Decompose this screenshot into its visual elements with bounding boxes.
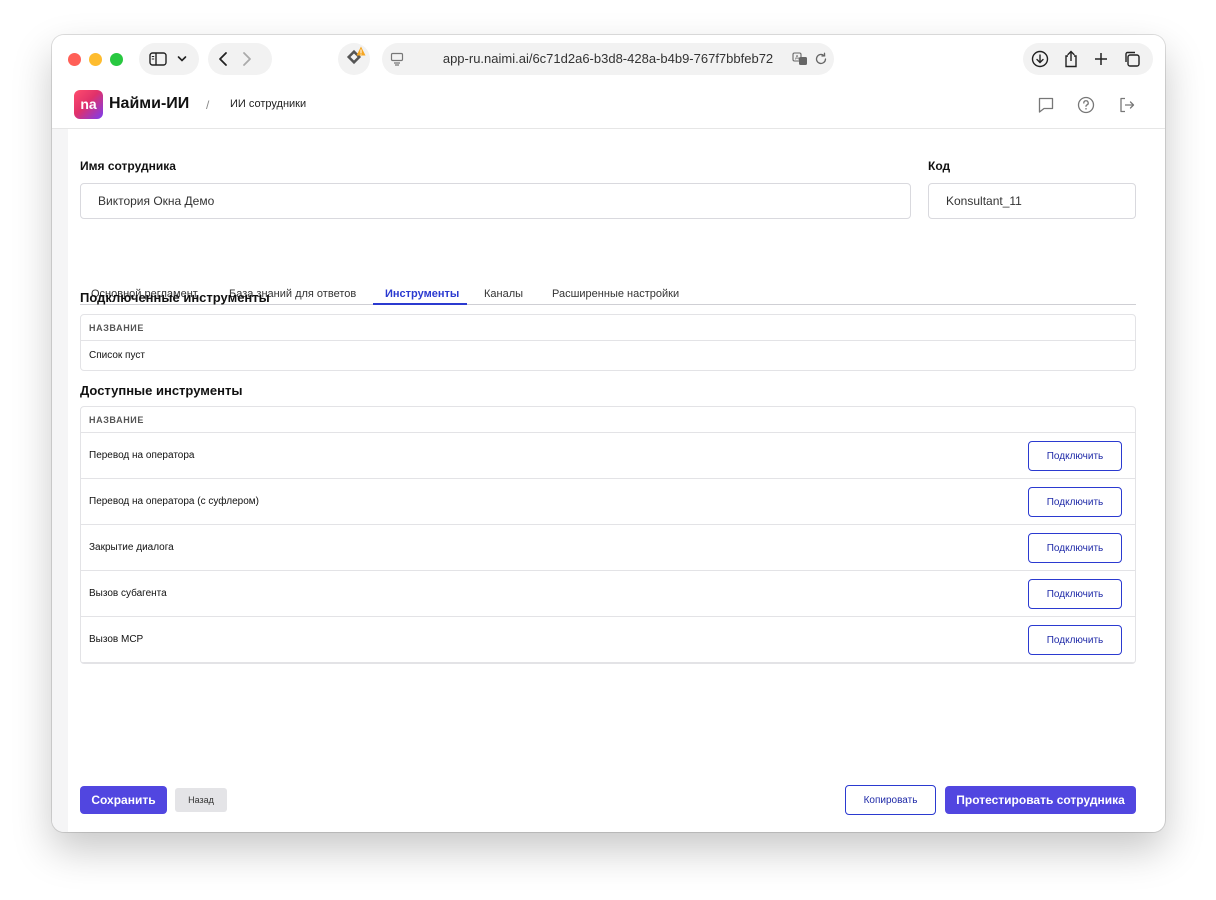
history-nav <box>208 43 272 75</box>
connect-button[interactable]: Подключить <box>1028 625 1122 655</box>
code-label: Код <box>928 159 951 173</box>
available-tools-table: НАЗВАНИЕ Перевод на оператора Подключить… <box>80 406 1136 664</box>
connect-button[interactable]: Подключить <box>1028 533 1122 563</box>
employee-name-input[interactable] <box>80 183 911 219</box>
empty-list-message: Список пуст <box>89 350 145 361</box>
connect-button[interactable]: Подключить <box>1028 487 1122 517</box>
translate-icon[interactable]: A <box>792 52 808 71</box>
tool-name: Перевод на оператора <box>89 450 195 461</box>
tab-tools[interactable]: Инструменты <box>385 288 459 300</box>
sidebar-icon <box>149 52 167 66</box>
download-icon[interactable] <box>1031 50 1049 68</box>
table-row: Перевод на оператора Подключить <box>81 433 1135 479</box>
breadcrumb-ai-employees[interactable]: ИИ сотрудники <box>230 98 306 110</box>
connected-tools-table: НАЗВАНИЕ Список пуст <box>80 314 1136 371</box>
tool-name: Вызов субагента <box>89 588 167 599</box>
employee-name-label: Имя сотрудника <box>80 159 176 173</box>
app-logo[interactable]: na <box>74 90 103 119</box>
chevron-down-icon[interactable] <box>177 55 187 63</box>
content-gutter <box>52 129 68 832</box>
tab-channels[interactable]: Каналы <box>484 288 523 300</box>
sidebar-toggle-button[interactable] <box>139 43 199 75</box>
minimize-window-button[interactable] <box>89 53 102 66</box>
new-tab-icon[interactable] <box>1093 51 1109 67</box>
browser-window: app-ru.naimi.ai/6c71d2a6-b3d8-428a-b4b9-… <box>52 35 1165 832</box>
table-header-name: НАЗВАНИЕ <box>81 407 1135 433</box>
available-tools-title: Доступные инструменты <box>80 383 243 398</box>
toolbar-actions <box>1023 43 1153 75</box>
address-bar[interactable]: app-ru.naimi.ai/6c71d2a6-b3d8-428a-b4b9-… <box>382 43 834 75</box>
table-row: Вызов субагента Подключить <box>81 571 1135 617</box>
logout-icon[interactable] <box>1118 96 1136 119</box>
connect-button[interactable]: Подключить <box>1028 579 1122 609</box>
table-row: Вызов MCP Подключить <box>81 617 1135 663</box>
copy-button[interactable]: Копировать <box>845 785 936 815</box>
breadcrumb-separator: / <box>206 98 210 112</box>
help-icon[interactable] <box>1077 96 1095 119</box>
employee-editor: Имя сотрудника Код Основной регламент Ба… <box>68 129 1164 832</box>
table-row: Перевод на оператора (с суфлером) Подклю… <box>81 479 1135 525</box>
table-row: Закрытие диалога Подключить <box>81 525 1135 571</box>
share-icon[interactable] <box>1063 50 1079 68</box>
connect-button[interactable]: Подключить <box>1028 441 1122 471</box>
brand-name[interactable]: Найми-ИИ <box>109 95 189 113</box>
test-employee-button[interactable]: Протестировать сотрудника <box>945 786 1136 814</box>
chat-icon[interactable] <box>1037 96 1055 119</box>
reload-icon[interactable] <box>814 52 828 71</box>
app-header: na Найми-ИИ / ИИ сотрудники <box>52 85 1165 129</box>
table-header-name: НАЗВАНИЕ <box>81 315 1135 341</box>
tool-name: Перевод на оператора (с суфлером) <box>89 496 259 507</box>
close-window-button[interactable] <box>68 53 81 66</box>
tab-advanced-settings[interactable]: Расширенные настройки <box>552 288 679 300</box>
zoom-window-button[interactable] <box>110 53 123 66</box>
forward-arrow-icon[interactable] <box>242 51 252 67</box>
tab-overview-icon[interactable] <box>1123 50 1141 68</box>
active-tab-indicator <box>373 303 467 305</box>
warning-badge-icon <box>356 43 366 56</box>
connected-tools-title: Подключенные инструменты <box>80 290 270 305</box>
tool-name: Вызов MCP <box>89 634 144 645</box>
url-text: app-ru.naimi.ai/6c71d2a6-b3d8-428a-b4b9-… <box>442 51 774 66</box>
code-input[interactable] <box>928 183 1136 219</box>
save-button[interactable]: Сохранить <box>80 786 167 814</box>
back-arrow-icon[interactable] <box>218 51 228 67</box>
tool-name: Закрытие диалога <box>89 542 174 553</box>
back-button[interactable]: Назад <box>175 788 227 812</box>
browser-toolbar: app-ru.naimi.ai/6c71d2a6-b3d8-428a-b4b9-… <box>52 35 1165 85</box>
